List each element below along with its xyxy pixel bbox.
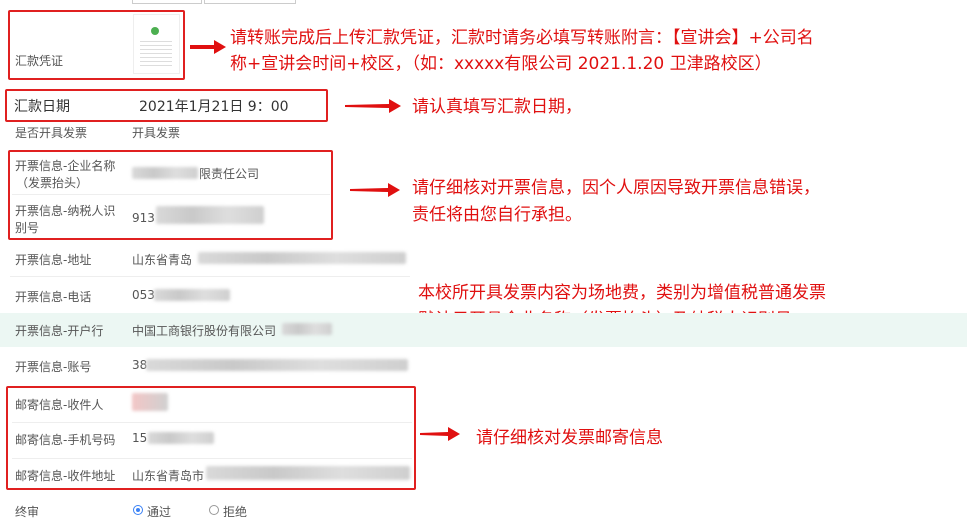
invoice-taxid-value: 913 bbox=[132, 211, 155, 225]
mail-address-value: 山东省青岛市 bbox=[132, 469, 205, 483]
invoice-account-redaction bbox=[146, 359, 408, 371]
invoice-phone-value: 053 bbox=[132, 288, 155, 302]
final-review-label: 终审 bbox=[15, 505, 40, 519]
mail-address-label: 邮寄信息-收件地址 bbox=[15, 469, 116, 483]
voucher-highlight-box bbox=[8, 10, 185, 80]
remit-date-label: 汇款日期 bbox=[14, 99, 70, 115]
invoice-company-redaction bbox=[132, 167, 198, 179]
invoice-address-value: 山东省青岛 bbox=[132, 253, 193, 267]
invoice-phone-label: 开票信息-电话 bbox=[15, 290, 92, 304]
mail-info-arrow-icon bbox=[420, 427, 460, 441]
mail-note: 请仔细核对发票邮寄信息 bbox=[476, 428, 663, 448]
voucher-arrow-icon bbox=[190, 40, 226, 54]
reject-label[interactable]: 拒绝 bbox=[223, 503, 247, 520]
invoice-address-label: 开票信息-地址 bbox=[15, 253, 92, 267]
invoice-taxid-redaction bbox=[156, 206, 264, 224]
remit-date-arrow-icon bbox=[345, 99, 401, 113]
approve-label[interactable]: 通过 bbox=[147, 503, 171, 520]
voucher-note-line1: 请转账完成后上传汇款凭证，汇款时请务必填写转账附言：【宣讲会】+公司名 bbox=[230, 28, 814, 48]
top-partial-button[interactable] bbox=[132, 0, 202, 4]
invoice-note-line2: 责任将由您自行承担。 bbox=[412, 205, 582, 225]
invoice-note-line1: 请仔细核对开票信息，因个人原因导致开票信息错误， bbox=[412, 178, 820, 198]
invoice-company-value: 限责任公司 bbox=[199, 167, 260, 181]
invoice-divider-1 bbox=[12, 194, 330, 195]
invoice-account-value: 38 bbox=[132, 358, 148, 372]
top-partial-button-2[interactable] bbox=[204, 0, 296, 4]
approve-radio[interactable] bbox=[133, 505, 143, 515]
mail-divider-1 bbox=[12, 422, 412, 423]
invoice-info-arrow-icon bbox=[350, 183, 400, 197]
mail-phone-label: 邮寄信息-手机号码 bbox=[15, 433, 116, 447]
invoice-phone-redaction bbox=[154, 289, 230, 301]
invoice-address-redaction bbox=[198, 252, 406, 264]
invoice-bank-value: 中国工商银行股份有限公司 bbox=[132, 324, 277, 338]
invoice-bank-redaction bbox=[282, 323, 332, 335]
invoice-taxid-label-line2: 别号 bbox=[15, 221, 40, 235]
mail-receiver-redaction bbox=[132, 393, 168, 411]
invoice-flag-label: 是否开具发票 bbox=[15, 126, 88, 140]
invoice-company-label-line1: 开票信息-企业名称 bbox=[15, 159, 116, 173]
invoice-company-label-line2: （发票抬头） bbox=[16, 176, 89, 190]
invoice-type-note-line1: 本校所开具发票内容为场地费，类别为增值税普通发票 bbox=[418, 283, 826, 303]
invoice-account-label: 开票信息-账号 bbox=[15, 360, 92, 374]
reject-radio[interactable] bbox=[209, 505, 219, 515]
invoice-divider-2 bbox=[10, 276, 410, 277]
mail-divider-2 bbox=[12, 458, 412, 459]
invoice-flag-value: 开具发票 bbox=[132, 126, 181, 140]
voucher-note-line2: 称+宣讲会时间+校区，（如：xxxxx有限公司 2021.1.20 卫津路校区） bbox=[230, 54, 772, 74]
mail-phone-redaction bbox=[148, 432, 214, 444]
remit-date-value[interactable]: 2021年1月21日 9：00 bbox=[139, 96, 289, 116]
mail-phone-value: 15 bbox=[132, 431, 148, 445]
mail-receiver-label: 邮寄信息-收件人 bbox=[15, 398, 104, 412]
mail-address-redaction bbox=[206, 466, 410, 480]
invoice-bank-label: 开票信息-开户行 bbox=[15, 324, 104, 338]
invoice-taxid-label-line1: 开票信息-纳税人识 bbox=[15, 204, 116, 218]
remit-date-note: 请认真填写汇款日期， bbox=[412, 97, 582, 117]
